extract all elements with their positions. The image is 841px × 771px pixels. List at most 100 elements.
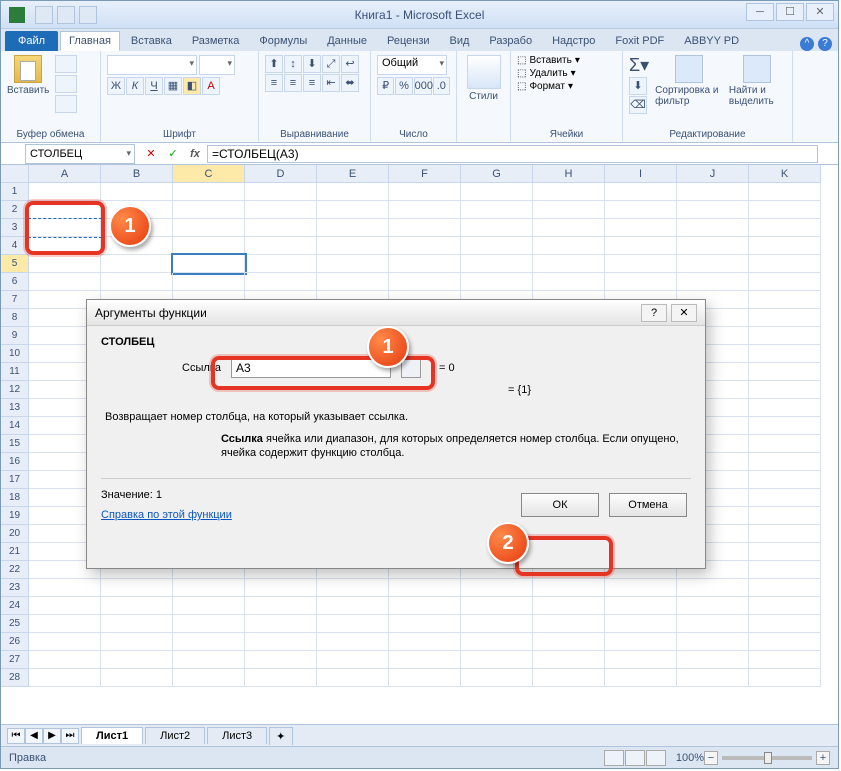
cell[interactable] bbox=[461, 219, 533, 237]
cell[interactable] bbox=[389, 183, 461, 201]
cell[interactable] bbox=[173, 201, 245, 219]
tab-home[interactable]: Главная bbox=[60, 31, 120, 51]
cell[interactable] bbox=[605, 633, 677, 651]
col-header-G[interactable]: G bbox=[461, 165, 533, 183]
currency-icon[interactable]: ₽ bbox=[377, 77, 394, 95]
cell[interactable] bbox=[245, 273, 317, 291]
tab-formulas[interactable]: Формулы bbox=[250, 31, 316, 51]
cell[interactable] bbox=[749, 507, 821, 525]
cell[interactable] bbox=[749, 255, 821, 273]
undo-icon[interactable] bbox=[57, 6, 75, 24]
align-left-icon[interactable]: ≡ bbox=[265, 74, 283, 92]
row-header-10[interactable]: 10 bbox=[1, 345, 29, 363]
cell[interactable] bbox=[173, 615, 245, 633]
row-header-16[interactable]: 16 bbox=[1, 453, 29, 471]
cancel-formula-icon[interactable]: ✕ bbox=[141, 145, 161, 163]
zoom-out-button[interactable]: − bbox=[704, 751, 718, 765]
cell[interactable] bbox=[677, 183, 749, 201]
col-header-B[interactable]: B bbox=[101, 165, 173, 183]
zoom-slider[interactable] bbox=[722, 756, 812, 760]
row-header-24[interactable]: 24 bbox=[1, 597, 29, 615]
insert-cell-button[interactable]: ⬚ Вставить ▾ bbox=[517, 55, 616, 66]
font-size-combo[interactable] bbox=[199, 55, 235, 75]
cell[interactable] bbox=[389, 219, 461, 237]
cell[interactable] bbox=[317, 579, 389, 597]
cell[interactable] bbox=[101, 615, 173, 633]
cell[interactable] bbox=[317, 669, 389, 687]
redo-icon[interactable] bbox=[79, 6, 97, 24]
cell[interactable] bbox=[461, 237, 533, 255]
cell[interactable] bbox=[461, 669, 533, 687]
cell[interactable] bbox=[317, 651, 389, 669]
row-header-15[interactable]: 15 bbox=[1, 435, 29, 453]
cell[interactable] bbox=[101, 669, 173, 687]
col-header-D[interactable]: D bbox=[245, 165, 317, 183]
cell[interactable] bbox=[749, 597, 821, 615]
fill-color-button[interactable]: ◧ bbox=[183, 77, 201, 95]
sheet-tab-1[interactable]: Лист1 bbox=[81, 727, 143, 744]
cell[interactable] bbox=[29, 669, 101, 687]
tab-view[interactable]: Вид bbox=[441, 31, 479, 51]
cell[interactable] bbox=[389, 273, 461, 291]
row-header-14[interactable]: 14 bbox=[1, 417, 29, 435]
cell[interactable] bbox=[749, 633, 821, 651]
sheet-tab-2[interactable]: Лист2 bbox=[145, 727, 205, 744]
cell[interactable] bbox=[749, 399, 821, 417]
cell[interactable] bbox=[533, 633, 605, 651]
cell[interactable] bbox=[533, 579, 605, 597]
cell[interactable] bbox=[533, 615, 605, 633]
cell[interactable] bbox=[245, 633, 317, 651]
cell[interactable] bbox=[245, 237, 317, 255]
cell[interactable] bbox=[677, 237, 749, 255]
cell[interactable] bbox=[749, 183, 821, 201]
cancel-button[interactable]: Отмена bbox=[609, 493, 687, 517]
cell[interactable] bbox=[461, 273, 533, 291]
cell[interactable] bbox=[533, 651, 605, 669]
border-button[interactable]: ▦ bbox=[164, 77, 182, 95]
cell[interactable] bbox=[389, 597, 461, 615]
cell[interactable] bbox=[245, 651, 317, 669]
col-header-E[interactable]: E bbox=[317, 165, 389, 183]
row-header-8[interactable]: 8 bbox=[1, 309, 29, 327]
orientation-icon[interactable]: ⤢ bbox=[322, 55, 340, 73]
indent-dec-icon[interactable]: ⇤ bbox=[322, 74, 340, 92]
cell[interactable] bbox=[101, 255, 173, 273]
format-cell-button[interactable]: ⬚ Формат ▾ bbox=[517, 81, 616, 92]
cell[interactable] bbox=[605, 219, 677, 237]
col-header-C[interactable]: C bbox=[173, 165, 245, 183]
cell[interactable] bbox=[317, 633, 389, 651]
bold-button[interactable]: Ж bbox=[107, 77, 125, 95]
minimize-button[interactable]: ─ bbox=[746, 3, 774, 21]
cell[interactable] bbox=[677, 597, 749, 615]
accept-formula-icon[interactable]: ✓ bbox=[163, 145, 183, 163]
cell[interactable] bbox=[749, 273, 821, 291]
align-top-icon[interactable]: ⬆ bbox=[265, 55, 283, 73]
percent-icon[interactable]: % bbox=[395, 77, 412, 95]
cell[interactable] bbox=[173, 579, 245, 597]
sort-filter-button[interactable]: Сортировка и фильтр bbox=[655, 55, 723, 107]
sum-icon[interactable]: Σ▾ bbox=[629, 55, 649, 76]
cell[interactable] bbox=[29, 633, 101, 651]
cell[interactable] bbox=[173, 633, 245, 651]
cell[interactable] bbox=[29, 183, 101, 201]
cell[interactable] bbox=[605, 273, 677, 291]
row-header-6[interactable]: 6 bbox=[1, 273, 29, 291]
cell[interactable] bbox=[749, 327, 821, 345]
cell[interactable] bbox=[389, 669, 461, 687]
cell[interactable] bbox=[245, 669, 317, 687]
cell[interactable] bbox=[317, 255, 389, 273]
col-header-F[interactable]: F bbox=[389, 165, 461, 183]
col-header-I[interactable]: I bbox=[605, 165, 677, 183]
view-pagebreak-icon[interactable] bbox=[646, 750, 666, 766]
comma-icon[interactable]: 000 bbox=[414, 77, 432, 95]
cell[interactable] bbox=[749, 669, 821, 687]
sheet-nav-last[interactable]: ⏭ bbox=[61, 728, 79, 744]
cell[interactable] bbox=[461, 615, 533, 633]
cell[interactable] bbox=[101, 183, 173, 201]
tab-insert[interactable]: Вставка bbox=[122, 31, 181, 51]
name-box[interactable]: СТОЛБЕЦ bbox=[25, 144, 135, 164]
copy-icon[interactable] bbox=[55, 75, 77, 93]
cell[interactable] bbox=[101, 579, 173, 597]
cell[interactable] bbox=[317, 597, 389, 615]
row-header-5[interactable]: 5 bbox=[1, 255, 29, 273]
